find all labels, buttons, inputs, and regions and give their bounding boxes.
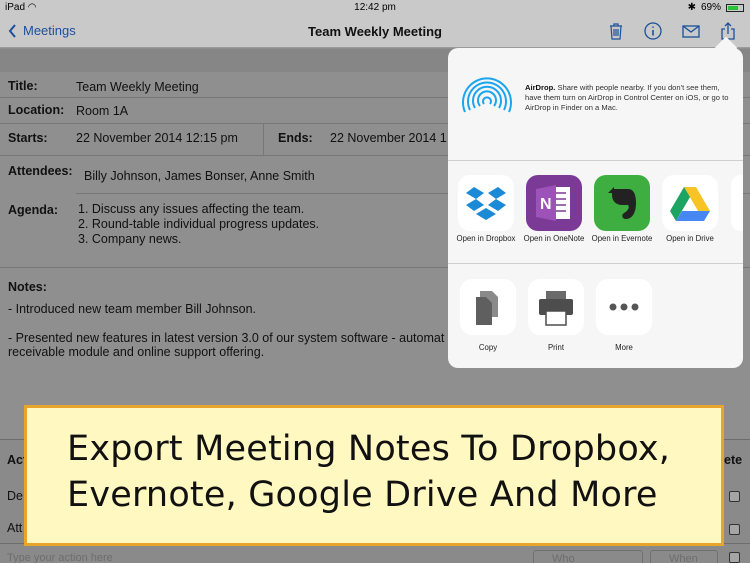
mail-icon[interactable] (681, 21, 701, 41)
print-button[interactable]: Print (527, 279, 585, 352)
notes-line: - Presented new features in latest versi… (8, 331, 445, 345)
location-field[interactable]: Room 1A (76, 104, 128, 118)
printer-icon (528, 279, 584, 335)
page-title: Team Weekly Meeting (308, 24, 442, 39)
starts-field[interactable]: 22 November 2014 12:15 pm (76, 131, 238, 145)
open-in-dropbox-button[interactable]: Open in Dropbox (451, 175, 521, 243)
complete-checkbox[interactable] (729, 552, 740, 563)
copy-icon (460, 279, 516, 335)
google-drive-icon (662, 175, 718, 231)
airdrop-section[interactable]: AirDrop. Share with people nearby. If yo… (448, 48, 743, 161)
app-label: Open in Dropbox (456, 234, 516, 243)
title-field[interactable]: Team Weekly Meeting (76, 80, 199, 94)
notes-line: receivable module and online support off… (8, 345, 265, 359)
complete-checkbox[interactable] (729, 524, 740, 535)
dropbox-icon (458, 175, 514, 231)
title-label: Title: (8, 79, 38, 93)
complete-checkbox[interactable] (729, 491, 740, 502)
svg-text:N: N (540, 196, 552, 213)
notes-label: Notes: (8, 280, 47, 294)
action-label: More (615, 343, 633, 352)
agenda-label: Agenda: (8, 203, 58, 217)
agenda-item: 3. Company news. (78, 232, 182, 246)
open-in-drive-button[interactable]: Open in Drive (655, 175, 725, 243)
action-label: Print (547, 343, 565, 352)
banner-line-1: Export Meeting Notes To Dropbox, (67, 429, 671, 469)
banner-line-2: Evernote, Google Drive And More (67, 475, 658, 515)
notes-line: - Introduced new team member Bill Johnso… (8, 302, 257, 316)
app-label: Open in OneNote (523, 234, 585, 243)
navigation-bar: Meetings Team Weekly Meeting (0, 16, 750, 48)
share-sheet: AirDrop. Share with people nearby. If yo… (448, 48, 743, 368)
status-bar: iPad ◠ 12:42 pm ✱ 69% (0, 0, 750, 16)
notes-field[interactable]: - Introduced new team member Bill Johnso… (8, 302, 448, 359)
open-in-onenote-button[interactable]: N Open in OneNote (519, 175, 589, 243)
onenote-icon: N (526, 175, 582, 231)
more-icon (596, 279, 652, 335)
airdrop-title: AirDrop. (525, 83, 556, 92)
bluetooth-icon: ✱ (687, 2, 696, 13)
complete-header: ete (724, 453, 743, 467)
agenda-field[interactable]: 1. Discuss any issues affecting the team… (78, 202, 319, 247)
app-label: Open in Drive (666, 234, 714, 243)
ends-label: Ends: (278, 131, 313, 145)
app-row: Open in Dropbox N Open in OneNote Open i… (448, 161, 743, 264)
attendees-field[interactable]: Billy Johnson, James Bonser, Anne Smith (84, 169, 315, 183)
copy-button[interactable]: Copy (459, 279, 517, 352)
info-icon[interactable] (643, 21, 663, 41)
action-row-2[interactable]: Att (7, 521, 22, 535)
more-button[interactable]: More (595, 279, 653, 352)
airdrop-description: Share with people nearby. If you don't s… (525, 83, 729, 112)
starts-label: Starts: (8, 131, 48, 145)
trash-icon[interactable] (606, 21, 626, 41)
airdrop-icon (462, 77, 512, 113)
action-label: Copy (478, 343, 498, 352)
action-row-1[interactable]: De (7, 489, 23, 503)
who-field[interactable]: Who (533, 550, 643, 563)
promo-banner: Export Meeting Notes To Dropbox, Evernot… (24, 405, 724, 546)
battery-percent: 69% (700, 2, 721, 13)
app-label: Open in Evernote (591, 234, 653, 243)
more-apps-peek[interactable] (731, 175, 743, 231)
evernote-icon (594, 175, 650, 231)
agenda-item: 1. Discuss any issues affecting the team… (78, 202, 305, 216)
clock: 12:42 pm (354, 2, 396, 13)
open-in-evernote-button[interactable]: Open in Evernote (587, 175, 657, 243)
action-input[interactable]: Type your action here (7, 552, 113, 563)
location-label: Location: (8, 103, 65, 117)
action-row: Copy Print More (448, 264, 743, 368)
ends-field[interactable]: 22 November 2014 1 (330, 131, 447, 145)
attendees-label: Attendees: (8, 164, 73, 178)
battery-icon (726, 3, 744, 12)
agenda-item: 2. Round-table individual progress updat… (78, 217, 320, 231)
when-field[interactable]: When (650, 550, 718, 563)
